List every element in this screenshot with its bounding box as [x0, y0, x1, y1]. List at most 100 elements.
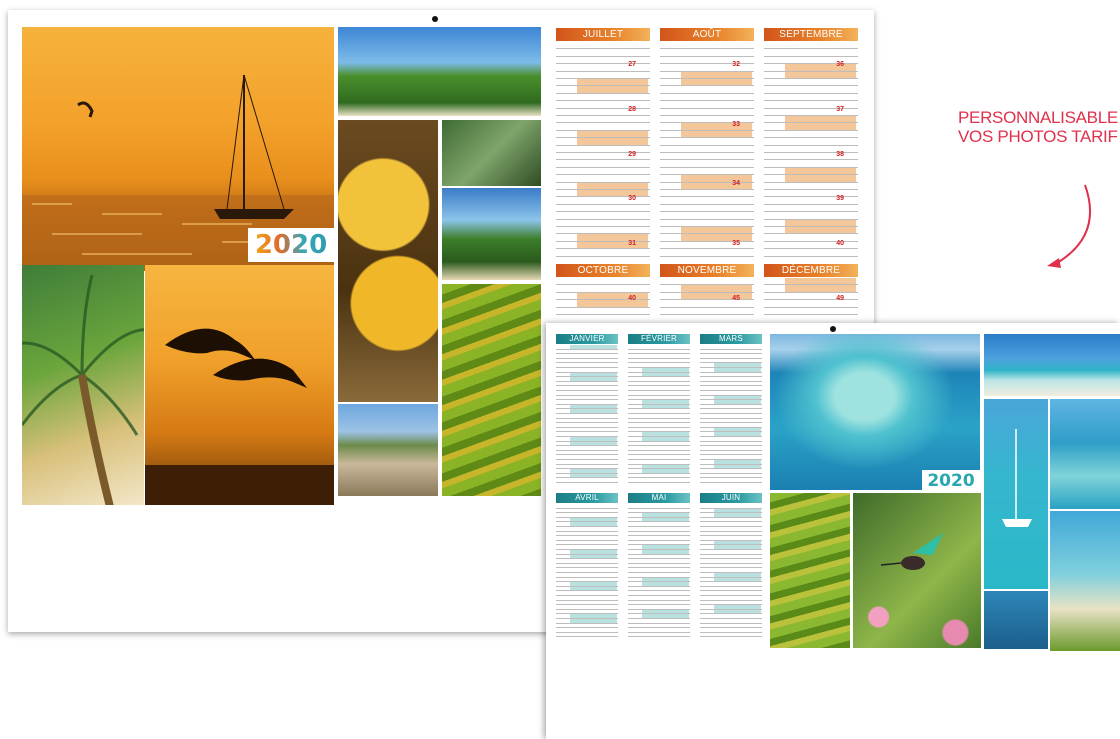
- day-row-line: [556, 512, 618, 514]
- day-row-line: [556, 426, 618, 428]
- day-row-line: [700, 627, 762, 629]
- day-rows: [556, 344, 618, 489]
- weekend-band: [569, 441, 617, 446]
- weekend-band: [569, 586, 617, 591]
- day-row-line: [628, 449, 690, 451]
- day-row-line: [700, 599, 762, 601]
- day-row-line: [556, 627, 618, 629]
- sailboat-illustration: [1002, 429, 1032, 527]
- promo-line-2: VOS PHOTOS TARIF: [958, 127, 1118, 146]
- day-row-line: [700, 581, 762, 583]
- day-row-line: [764, 85, 858, 87]
- day-row-line: [628, 426, 690, 428]
- month-header: OCTOBRE: [556, 264, 650, 277]
- day-row-line: [700, 530, 762, 532]
- month-june: JUIN: [700, 493, 762, 643]
- hanging-hole: [830, 326, 836, 332]
- day-row-line: [628, 348, 690, 350]
- weekend-band: [680, 123, 753, 130]
- day-row-line: [556, 599, 618, 601]
- day-row-line: [628, 417, 690, 419]
- day-row-line: [628, 595, 690, 596]
- day-row-line: [700, 385, 762, 387]
- photo-coconuts: [338, 120, 438, 402]
- week-number: 34: [732, 180, 740, 188]
- day-row-line: [556, 284, 650, 286]
- weekend-band: [569, 377, 617, 381]
- day-row-line: [660, 144, 754, 146]
- day-row-line: [628, 572, 690, 573]
- day-row-line: [556, 622, 618, 624]
- day-row-line: [700, 371, 762, 373]
- month-header: MARS: [700, 334, 762, 344]
- day-row-line: [700, 449, 762, 451]
- photo-hummingbird: [853, 493, 981, 648]
- day-row-line: [764, 189, 858, 190]
- day-row-line: [700, 353, 762, 355]
- day-rows: [556, 503, 618, 643]
- day-row-line: [556, 535, 618, 537]
- day-row-line: [628, 590, 690, 592]
- week-number: 27: [628, 61, 636, 68]
- palm-illustration: [22, 274, 144, 505]
- weekend-band: [569, 614, 617, 618]
- day-row-line: [556, 174, 650, 176]
- day-row-line: [764, 248, 858, 250]
- day-row-line: [556, 562, 618, 564]
- weekend-band: [576, 292, 649, 300]
- day-row-line: [628, 526, 690, 527]
- month-header: FÉVRIER: [628, 334, 690, 344]
- week-number: 40: [628, 295, 636, 302]
- weekend-band: [641, 400, 689, 404]
- weekend-band: [713, 395, 761, 400]
- weekend-band: [576, 130, 649, 138]
- weekend-band: [576, 182, 649, 189]
- day-row-line: [700, 622, 762, 624]
- weekend-band: [713, 609, 761, 614]
- day-row-line: [764, 211, 858, 213]
- day-row-line: [556, 166, 650, 168]
- photo-bananas: [442, 284, 541, 496]
- weekend-band: [713, 460, 761, 464]
- day-row-line: [700, 535, 762, 537]
- weekend-band: [784, 175, 857, 182]
- weekend-band: [576, 234, 649, 241]
- day-row-line: [660, 211, 754, 213]
- curved-arrow-icon: [1047, 184, 1092, 268]
- day-row-line: [556, 477, 618, 479]
- day-row-line: [628, 472, 690, 474]
- weekend-band: [576, 241, 649, 249]
- weekend-band: [713, 363, 761, 367]
- day-row-line: [660, 48, 754, 50]
- weekend-band: [713, 508, 761, 513]
- day-row-line: [700, 590, 762, 592]
- day-row-line: [628, 618, 690, 619]
- day-row-line: [628, 631, 690, 633]
- month-february: FÉVRIER: [628, 334, 690, 489]
- day-row-line: [556, 357, 618, 359]
- day-row-line: [700, 403, 762, 405]
- day-row-line: [660, 196, 754, 198]
- day-row-line: [556, 306, 650, 308]
- day-row-line: [764, 255, 858, 257]
- day-row-line: [556, 218, 650, 220]
- photo-palm-beach: [1050, 511, 1120, 651]
- weekend-band: [641, 582, 689, 586]
- month-header: MAI: [628, 493, 690, 503]
- day-row-line: [556, 144, 650, 146]
- day-row-line: [628, 562, 690, 564]
- week-number: 32: [732, 61, 740, 68]
- photo-beach-palms-top: [338, 27, 541, 116]
- day-row-line: [556, 445, 618, 447]
- day-row-line: [556, 463, 618, 465]
- day-row-line: [556, 211, 650, 213]
- day-row-line: [660, 314, 754, 315]
- day-row-line: [660, 100, 754, 102]
- day-row-line: [628, 445, 690, 447]
- day-row-line: [556, 572, 618, 573]
- day-row-line: [556, 413, 618, 414]
- day-row-line: [764, 100, 858, 102]
- month-july: JUILLET 27 28 29 30 31: [556, 28, 650, 270]
- photo-beach-sand: [984, 334, 1120, 396]
- day-row-line: [700, 436, 762, 437]
